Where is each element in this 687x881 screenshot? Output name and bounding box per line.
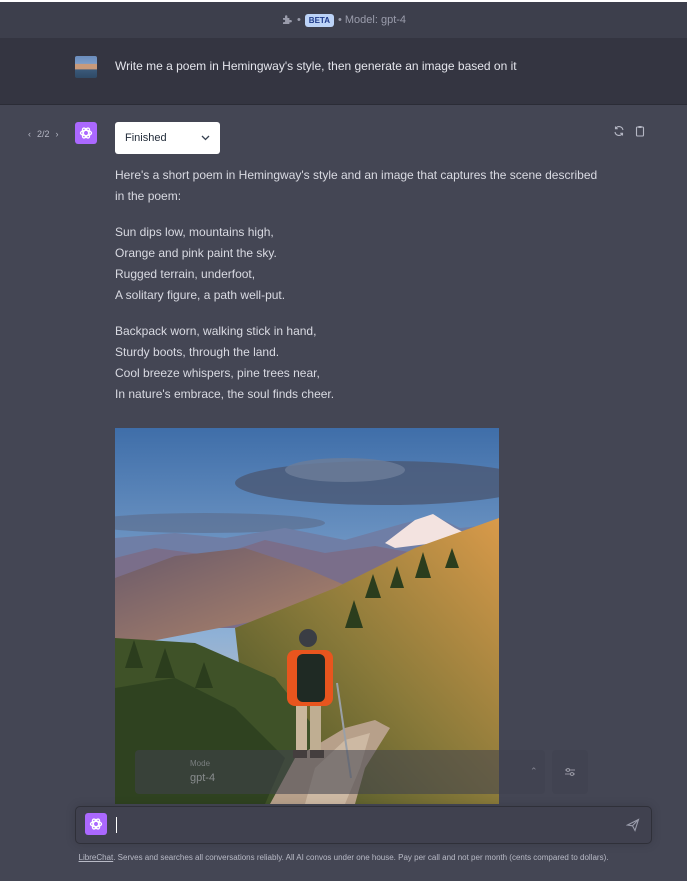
model-caption: Mode: [190, 759, 211, 768]
chevron-up-icon: ⌃: [530, 766, 538, 776]
user-message-text: Write me a poem in Hemingway's style, th…: [115, 59, 517, 73]
pager-label: 2/2: [37, 129, 50, 139]
footer: LibreChat. Serves and searches all conve…: [0, 853, 687, 862]
assistant-response: Here's a short poem in Hemingway's style…: [115, 165, 605, 420]
assistant-avatar: [75, 122, 97, 144]
user-avatar: [75, 56, 97, 78]
chevron-down-icon: [201, 135, 210, 141]
settings-button[interactable]: [552, 750, 588, 794]
poem-line: Orange and pink paint the sky.: [115, 246, 277, 260]
poem-line: In nature's embrace, the soul finds chee…: [115, 387, 335, 401]
send-icon[interactable]: [626, 818, 640, 832]
sliders-icon: [565, 768, 575, 776]
message-input[interactable]: [116, 817, 117, 833]
puzzle-icon: [282, 15, 292, 24]
clipboard-icon[interactable]: [634, 124, 646, 137]
model-label: • Model: gpt-4: [337, 14, 407, 26]
generated-image[interactable]: [115, 428, 499, 804]
model-name: gpt-4: [190, 772, 216, 784]
chat-input-bar: [75, 806, 652, 844]
poem-line: Backpack worn, walking stick in hand,: [115, 324, 317, 338]
poem-line: Sun dips low, mountains high,: [115, 225, 274, 239]
beta-badge: BETA: [304, 13, 334, 27]
poem-stanza-2: Backpack worn, walking stick in hand, St…: [115, 321, 605, 405]
poem-stanza-1: Sun dips low, mountains high, Orange and…: [115, 222, 605, 306]
message-actions: [613, 124, 646, 137]
openai-logo-icon: [89, 818, 103, 830]
chevron-right-icon[interactable]: ›: [56, 129, 59, 139]
model-selector[interactable]: Mode gpt-4 ⌃: [135, 750, 545, 794]
message-pager[interactable]: ‹ 2/2 ›: [28, 129, 59, 139]
endpoint-icon[interactable]: [85, 813, 107, 835]
openai-logo-icon: [79, 127, 93, 139]
regenerate-icon[interactable]: [613, 124, 625, 136]
footer-text: . Serves and searches all conversations …: [113, 853, 609, 862]
top-bar: • BETA • Model: gpt-4: [0, 0, 687, 38]
status-label: Finished: [125, 132, 167, 144]
librechat-link[interactable]: LibreChat: [79, 853, 114, 862]
user-message-row: Write me a poem in Hemingway's style, th…: [0, 38, 687, 105]
response-intro: Here's a short poem in Hemingway's style…: [115, 168, 598, 203]
poem-line: Sturdy boots, through the land.: [115, 345, 280, 359]
poem-line: Cool breeze whispers, pine trees near,: [115, 366, 320, 380]
poem-line: Rugged terrain, underfoot,: [115, 267, 256, 281]
poem-line: A solitary figure, a path well-put.: [115, 288, 286, 302]
chevron-left-icon[interactable]: ‹: [28, 129, 31, 139]
plugin-status-dropdown[interactable]: Finished: [115, 122, 220, 154]
